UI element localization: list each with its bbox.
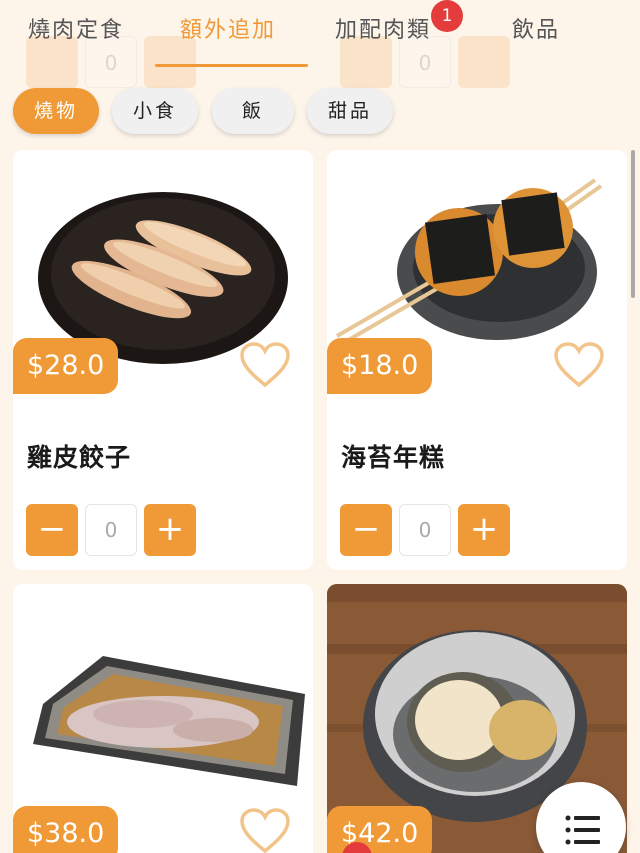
decrement-button[interactable]: − (340, 504, 392, 556)
favorite-heart-icon[interactable] (239, 808, 291, 853)
quantity-stepper: − 0 + (340, 504, 512, 558)
tab-extra-meat[interactable]: 加配肉類 (335, 12, 431, 46)
price-tag: $38.0 (13, 806, 119, 853)
product-name: 雞皮餃子 (27, 443, 132, 472)
product-card[interactable]: $28.0 雞皮餃子 − 0 + (13, 150, 313, 570)
chip-grilled[interactable]: 燒物 (13, 88, 99, 134)
product-card[interactable]: $38.0 (13, 584, 313, 853)
quantity-value[interactable]: 0 (399, 504, 451, 556)
chip-dessert[interactable]: 甜品 (307, 88, 393, 134)
tab-extra-add[interactable]: 額外追加 (180, 12, 276, 46)
quantity-stepper: − 0 + (26, 504, 198, 558)
quantity-value[interactable]: 0 (85, 504, 137, 556)
chip-snacks[interactable]: 小食 (112, 88, 198, 134)
favorite-heart-icon[interactable] (553, 342, 605, 388)
price-tag: $18.0 (327, 338, 433, 394)
decrement-button[interactable]: − (26, 504, 78, 556)
menu-fab-button[interactable] (536, 782, 626, 853)
product-name: 海苔年糕 (341, 443, 446, 472)
tab-badge: 1 (431, 0, 463, 32)
price-tag: $42.0 (327, 806, 433, 853)
tab-drinks[interactable]: 飲品 (512, 12, 560, 46)
product-card[interactable]: $18.0 海苔年糕 − 0 + (327, 150, 627, 570)
list-menu-icon (565, 815, 600, 845)
sub-category-chips: 燒物 小食 飯 甜品 (0, 88, 640, 138)
increment-button[interactable]: + (144, 504, 196, 556)
header: 0 0 燒肉定食 額外追加 加配肉類 1 飲品 燒物 小食 飯 甜品 (0, 0, 640, 150)
chip-rice[interactable]: 飯 (212, 88, 294, 134)
scrollbar[interactable] (631, 150, 635, 298)
tab-grilled-set[interactable]: 燒肉定食 (28, 12, 124, 46)
product-image (13, 584, 313, 834)
active-tab-indicator (155, 64, 308, 67)
favorite-heart-icon[interactable] (239, 342, 291, 388)
category-tabs: 燒肉定食 額外追加 加配肉類 1 飲品 (0, 0, 640, 70)
price-tag: $28.0 (13, 338, 119, 394)
increment-button[interactable]: + (458, 504, 510, 556)
